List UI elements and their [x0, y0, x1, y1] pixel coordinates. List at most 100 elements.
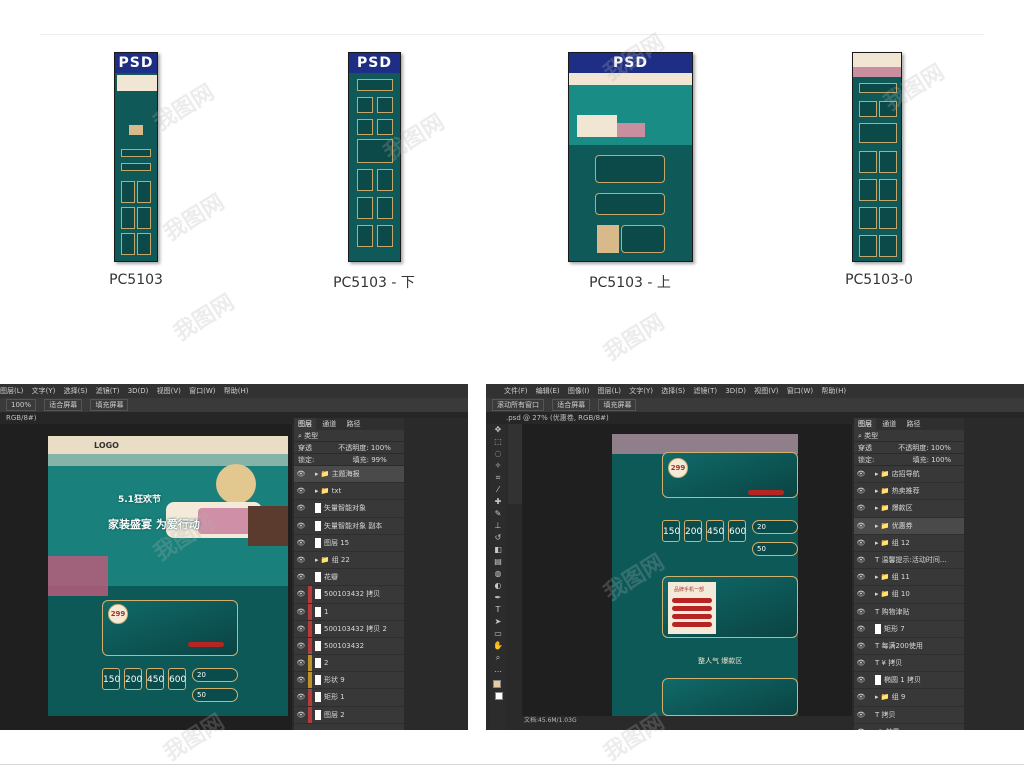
- filter-kind[interactable]: 类型: [304, 432, 318, 440]
- type-tool-icon[interactable]: T: [490, 604, 506, 616]
- healing-tool-icon[interactable]: ✚: [490, 496, 506, 508]
- foreground-color-swatch[interactable]: [493, 680, 501, 688]
- opacity-value[interactable]: 100%: [371, 444, 391, 452]
- file-name[interactable]: PC5103 - 下: [274, 272, 474, 292]
- layer-filter[interactable]: ⌕ 类型: [854, 430, 964, 442]
- eye-icon[interactable]: 👁: [294, 638, 308, 654]
- menu-item[interactable]: 图层(L): [598, 384, 621, 398]
- menu-item[interactable]: 选择(S): [64, 384, 88, 398]
- layer-row[interactable]: 👁 T 每满200使用: [854, 638, 964, 656]
- menu-item[interactable]: 滤镜(T): [96, 384, 120, 398]
- menu-item[interactable]: 3D(D): [725, 384, 746, 398]
- layer-row[interactable]: 👁 500103432 拷贝: [294, 586, 404, 604]
- pen-tool-icon[interactable]: ✒: [490, 592, 506, 604]
- scroll-all-windows-checkbox[interactable]: 滚动所有窗口: [492, 399, 544, 411]
- tab-paths[interactable]: 路径: [342, 418, 364, 430]
- layer-row[interactable]: 👁 T 购物津贴: [854, 604, 964, 621]
- eraser-tool-icon[interactable]: ◧: [490, 544, 506, 556]
- eye-icon[interactable]: 👁: [854, 518, 868, 534]
- layer-row[interactable]: 👁 花瓣: [294, 569, 404, 587]
- eye-icon[interactable]: 👁: [294, 707, 308, 723]
- layer-row[interactable]: 👁 T 温馨提示:活动时间...: [854, 552, 964, 570]
- eye-icon[interactable]: 👁: [854, 604, 868, 620]
- eye-icon[interactable]: 👁: [854, 586, 868, 602]
- layer-row[interactable]: 👁 椭圆 1 拷贝: [854, 672, 964, 690]
- tab-layers[interactable]: 图层: [294, 418, 316, 430]
- fill-screen-button[interactable]: 填充屏幕: [90, 399, 129, 411]
- menu-item[interactable]: 帮助(H): [821, 384, 846, 398]
- file-item-pc5103-bottom[interactable]: PSD PC5103 - 下: [274, 52, 474, 302]
- layer-row[interactable]: 👁 ▸ 📁 组 9: [854, 689, 964, 707]
- file-name[interactable]: PC5103: [36, 272, 236, 288]
- magic-wand-tool-icon[interactable]: ✧: [490, 460, 506, 472]
- fit-screen-button[interactable]: 适合屏幕: [552, 399, 591, 411]
- marquee-tool-icon[interactable]: ⬚: [490, 436, 506, 448]
- history-brush-tool-icon[interactable]: ↺: [490, 532, 506, 544]
- dodge-tool-icon[interactable]: ◐: [490, 580, 506, 592]
- menu-item[interactable]: 3D(D): [128, 384, 149, 398]
- layer-row[interactable]: 👁 ◉ 效果: [854, 724, 964, 730]
- layer-row[interactable]: 👁 500103432: [294, 637, 404, 656]
- file-item-pc5103[interactable]: PSD PC5103: [36, 52, 236, 302]
- stamp-tool-icon[interactable]: ⊥: [490, 520, 506, 532]
- blend-mode-select[interactable]: 穿透: [858, 444, 872, 452]
- eye-icon[interactable]: 👁: [294, 552, 308, 568]
- menu-item[interactable]: 图层(L): [0, 384, 23, 398]
- eye-icon[interactable]: 👁: [294, 500, 308, 516]
- file-item-pc5103-top[interactable]: PSD PC5103 - 上: [530, 52, 730, 302]
- file-thumbnail[interactable]: PSD: [114, 52, 158, 262]
- eye-icon[interactable]: 👁: [294, 672, 308, 688]
- layer-row[interactable]: 👁 500103432 拷贝 2: [294, 620, 404, 638]
- filter-kind[interactable]: 类型: [864, 432, 878, 440]
- layer-row[interactable]: 👁 ▸ 📁 组 22: [294, 552, 404, 570]
- eye-icon[interactable]: 👁: [294, 466, 308, 482]
- eye-icon[interactable]: 👁: [294, 689, 308, 705]
- eye-icon[interactable]: 👁: [294, 483, 308, 499]
- eye-icon[interactable]: 👁: [854, 552, 868, 568]
- eye-icon[interactable]: 👁: [294, 655, 308, 671]
- gradient-tool-icon[interactable]: ▤: [490, 556, 506, 568]
- menu-item[interactable]: 文字(Y): [629, 384, 653, 398]
- tab-layers[interactable]: 图层: [854, 418, 876, 430]
- layer-row[interactable]: 👁 形状 9: [294, 672, 404, 690]
- menu-item[interactable]: 滤镜(T): [693, 384, 717, 398]
- menu-item[interactable]: 视图(V): [157, 384, 181, 398]
- layer-row[interactable]: 👁 矩形 7: [854, 621, 964, 638]
- eye-icon[interactable]: 👁: [854, 500, 868, 516]
- move-tool-icon[interactable]: ✥: [490, 424, 506, 436]
- hand-tool-icon[interactable]: ✋: [490, 640, 506, 652]
- file-item-pc5103-0[interactable]: PC5103-0: [779, 52, 979, 302]
- file-thumbnail[interactable]: PSD: [348, 52, 401, 262]
- eye-icon[interactable]: 👁: [294, 604, 308, 620]
- menu-item[interactable]: 视图(V): [754, 384, 778, 398]
- layer-row[interactable]: 👁 ▸ 📁 爆款区: [854, 500, 964, 518]
- file-name[interactable]: PC5103 - 上: [530, 272, 730, 292]
- eye-icon[interactable]: 👁: [854, 724, 868, 730]
- path-select-tool-icon[interactable]: ➤: [490, 616, 506, 628]
- eye-icon[interactable]: 👁: [294, 586, 308, 602]
- zoom-100-button[interactable]: 100%: [6, 399, 37, 411]
- brush-tool-icon[interactable]: ✎: [490, 508, 506, 520]
- layer-row[interactable]: 👁 ▸ 📁 优惠券: [854, 517, 964, 535]
- eye-icon[interactable]: 👁: [854, 689, 868, 705]
- menu-item[interactable]: 图像(I): [568, 384, 590, 398]
- more-tools-icon[interactable]: …: [490, 664, 506, 676]
- layer-row[interactable]: 👁 ▸ 📁 txt: [294, 483, 404, 501]
- eyedropper-tool-icon[interactable]: ⁄: [490, 484, 506, 496]
- eye-icon[interactable]: 👁: [854, 707, 868, 723]
- layer-row[interactable]: 👁 ▸ 📁 店招导航: [854, 466, 964, 484]
- lasso-tool-icon[interactable]: ◌: [490, 448, 506, 460]
- layer-row[interactable]: 👁 图层 2: [294, 706, 404, 724]
- eye-icon[interactable]: 👁: [294, 569, 308, 585]
- layer-row[interactable]: 👁 矢量智能对象 副本: [294, 518, 404, 535]
- fill-value[interactable]: 100%: [931, 456, 951, 464]
- shape-tool-icon[interactable]: ▭: [490, 628, 506, 640]
- layer-row[interactable]: 👁 ▸ 📁 热卖推荐: [854, 483, 964, 501]
- menu-item[interactable]: 文件(F): [504, 384, 528, 398]
- menu-item[interactable]: 窗口(W): [189, 384, 215, 398]
- layer-row[interactable]: 👁 T ¥ 拷贝: [854, 655, 964, 673]
- layer-row[interactable]: 👁 ▸ 📁 主题海报: [294, 466, 404, 484]
- eye-icon[interactable]: 👁: [854, 466, 868, 482]
- eye-icon[interactable]: 👁: [854, 535, 868, 551]
- eye-icon[interactable]: 👁: [854, 483, 868, 499]
